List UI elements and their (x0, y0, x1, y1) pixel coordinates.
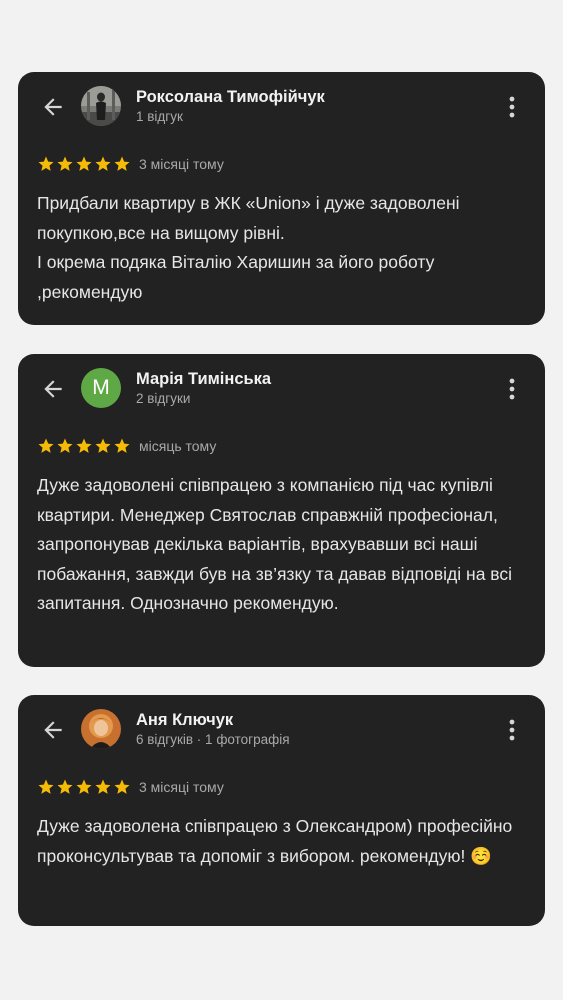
review-text: Дуже задоволена співпрацею з Олександром… (37, 816, 513, 866)
star-icon (57, 156, 73, 171)
star-icon (38, 156, 54, 171)
review-date: місяць тому (139, 438, 217, 454)
rating-row: 3 місяці тому (37, 155, 224, 173)
star-icon (95, 779, 111, 794)
star-rating (37, 778, 131, 796)
star-icon (114, 438, 130, 453)
review-text: Дуже задоволені співпрацею з компанією п… (37, 475, 513, 613)
star-icon (114, 156, 130, 171)
star-icon (57, 779, 73, 794)
arrow-left-icon[interactable] (40, 376, 66, 402)
reviewer-meta: 6 відгуків · 1 фотографія (136, 732, 290, 747)
star-icon (38, 438, 54, 453)
star-rating (37, 437, 131, 455)
reviewer-name[interactable]: Марія Тимінська (136, 370, 271, 389)
reviewer-meta: 1 відгук (136, 109, 183, 124)
more-vertical-icon[interactable] (505, 94, 519, 120)
rating-row: місяць тому (37, 437, 216, 455)
reviewer-meta: 2 відгуки (136, 391, 191, 406)
star-icon (76, 438, 92, 453)
star-icon (76, 779, 92, 794)
star-icon (114, 779, 130, 794)
star-icon (38, 779, 54, 794)
review-date: 3 місяці тому (139, 779, 224, 795)
avatar[interactable] (81, 86, 121, 126)
star-icon (95, 438, 111, 453)
avatar[interactable]: M (81, 368, 121, 408)
review-card: M Марія Тимінська 2 відгуки місяць тому … (18, 354, 545, 667)
review-date: 3 місяці тому (139, 156, 224, 172)
star-icon (95, 156, 111, 171)
star-icon (57, 438, 73, 453)
more-vertical-icon[interactable] (505, 717, 519, 743)
star-rating (37, 155, 131, 173)
arrow-left-icon[interactable] (40, 94, 66, 120)
review-card: Роксолана Тимофійчук 1 відгук 3 місяці т… (18, 72, 545, 325)
star-icon (76, 156, 92, 171)
reviewer-name[interactable]: Роксолана Тимофійчук (136, 88, 325, 107)
review-text: Придбали квартиру в ЖК «Union» і дуже за… (37, 193, 460, 302)
more-vertical-icon[interactable] (505, 376, 519, 402)
reviewer-name[interactable]: Аня Ключук (136, 711, 233, 730)
rating-row: 3 місяці тому (37, 778, 224, 796)
arrow-left-icon[interactable] (40, 717, 66, 743)
review-card: Аня Ключук 6 відгуків · 1 фотографія 3 м… (18, 695, 545, 926)
avatar[interactable] (81, 709, 121, 749)
